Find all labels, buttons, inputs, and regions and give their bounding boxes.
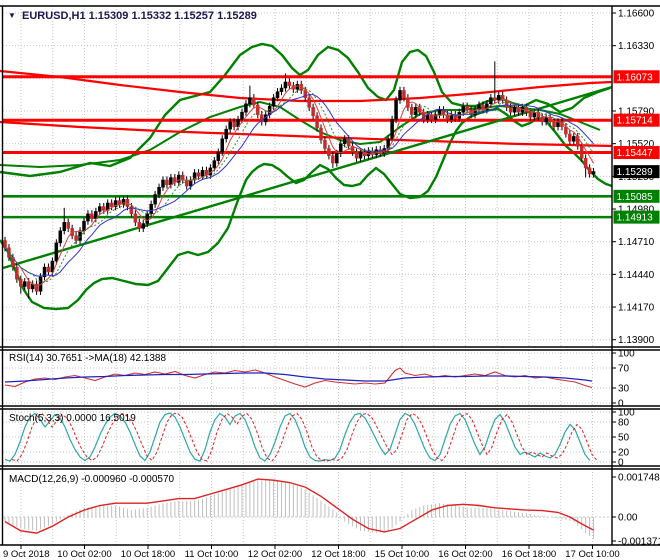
time-axis-label: 17 Oct 10:00 — [565, 549, 619, 560]
price-level-badge: 1.15085 — [613, 189, 660, 203]
time-axis-label: 16 Oct 02:00 — [438, 549, 492, 560]
svg-text:1.16600: 1.16600 — [618, 9, 655, 20]
svg-text:1.15447: 1.15447 — [617, 148, 654, 159]
time-axis-label: 10 Oct 18:00 — [121, 549, 175, 560]
svg-text:1.14913: 1.14913 — [617, 213, 654, 224]
svg-text:100: 100 — [618, 349, 635, 360]
price-level-badge: 1.14913 — [613, 210, 660, 224]
svg-text:1.14440: 1.14440 — [618, 270, 655, 281]
svg-text:1.13900: 1.13900 — [618, 335, 655, 346]
svg-text:1.14170: 1.14170 — [618, 303, 655, 314]
time-axis-label: 12 Oct 18:00 — [311, 549, 365, 560]
svg-text:50: 50 — [618, 433, 630, 444]
svg-text:1.15085: 1.15085 — [617, 192, 654, 203]
price-level-badge: 1.15714 — [613, 113, 660, 127]
trading-chart-window: 1.166001.163301.157901.155201.152501.149… — [0, 0, 660, 560]
stochastic-label: Stoch(5,3,3) 0.0000 16.5019 — [9, 413, 136, 424]
collapse-indicator-icon[interactable]: ▼ — [8, 11, 16, 20]
macd-label: MACD(12,26,9) -0.000960 -0.000570 — [9, 474, 175, 485]
svg-text:70: 70 — [618, 364, 630, 375]
price-level-badge: 1.16073 — [613, 70, 660, 84]
price-level-badge: 1.15447 — [613, 146, 660, 160]
rsi-label: RSI(14) 30.7651 ->MA(18) 42.1388 — [9, 353, 166, 364]
time-axis-label: 11 Oct 10:00 — [185, 549, 239, 560]
svg-text:80: 80 — [618, 418, 630, 429]
chart-title: EURUSD,H1 1.15309 1.15332 1.15257 1.1528… — [22, 10, 257, 22]
svg-text:1.16330: 1.16330 — [618, 41, 655, 52]
svg-text:1.16073: 1.16073 — [617, 72, 654, 83]
time-axis-label: 9 Oct 2018 — [3, 549, 49, 560]
svg-text:0.00: 0.00 — [618, 513, 638, 524]
time-axis-label: 16 Oct 18:00 — [502, 549, 556, 560]
time-axis-label: 15 Oct 10:00 — [375, 549, 429, 560]
svg-text:1.15714: 1.15714 — [617, 116, 654, 127]
time-axis-label: 12 Oct 02:00 — [248, 549, 302, 560]
time-axis-label: 10 Oct 02:00 — [57, 549, 111, 560]
svg-text:-0.001371: -0.001371 — [618, 537, 660, 548]
svg-text:1.15289: 1.15289 — [617, 167, 654, 178]
svg-text:1.14710: 1.14710 — [618, 237, 655, 248]
svg-text:0: 0 — [618, 458, 624, 469]
svg-text:30: 30 — [618, 384, 630, 395]
price-level-badge: 1.15289 — [613, 165, 660, 179]
price-chart-canvas[interactable]: 1.166001.163301.157901.155201.152501.149… — [0, 0, 660, 560]
svg-text:0.001748: 0.001748 — [618, 473, 660, 484]
